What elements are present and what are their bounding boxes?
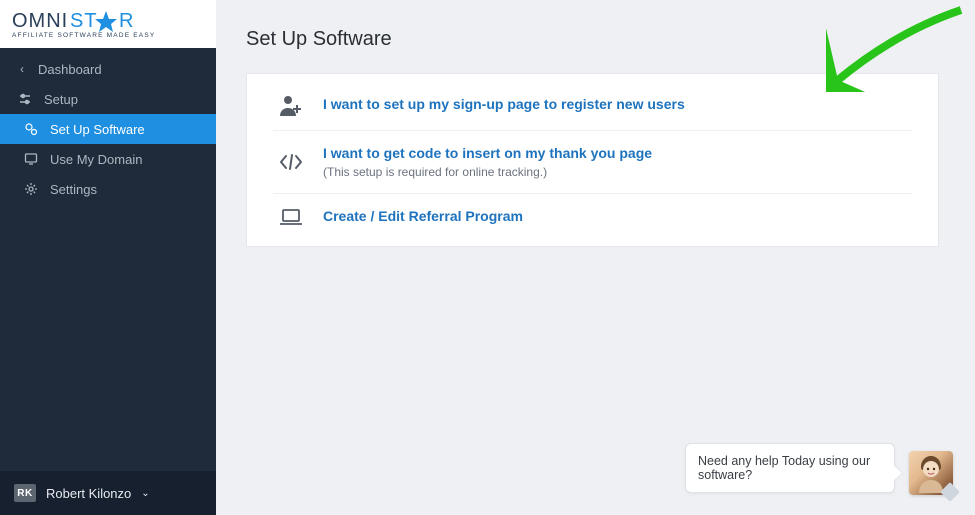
- nav-dashboard-label: Dashboard: [38, 62, 102, 77]
- nav-dashboard[interactable]: ‹ Dashboard: [0, 54, 216, 84]
- user-menu[interactable]: RK Robert Kilonzo ⌄: [0, 471, 216, 515]
- nav-setup-label: Setup: [44, 92, 78, 107]
- nav-setup[interactable]: Setup: [0, 84, 216, 114]
- nav-set-up-software-label: Set Up Software: [50, 122, 145, 137]
- user-name: Robert Kilonzo: [46, 486, 131, 501]
- nav-use-my-domain-label: Use My Domain: [50, 152, 142, 167]
- chevron-left-icon: ‹: [16, 62, 28, 76]
- option-code-row[interactable]: I want to get code to insert on my thank…: [273, 131, 912, 194]
- nav-set-up-software[interactable]: Set Up Software: [0, 114, 216, 144]
- nav-settings[interactable]: Settings: [0, 174, 216, 204]
- option-referral-row[interactable]: Create / Edit Referral Program: [273, 194, 912, 240]
- code-icon: [277, 152, 305, 172]
- option-code-note: (This setup is required for online track…: [323, 165, 908, 179]
- chat-message: Need any help Today using our software?: [698, 454, 870, 482]
- page-title: Set Up Software: [246, 28, 939, 51]
- gear-icon: [22, 182, 40, 196]
- user-plus-icon: [277, 94, 305, 116]
- svg-text:R: R: [119, 10, 134, 32]
- nav-settings-label: Settings: [50, 182, 97, 197]
- laptop-icon: [277, 208, 305, 226]
- option-signup-row[interactable]: I want to set up my sign-up page to regi…: [273, 80, 912, 131]
- svg-text:ST: ST: [70, 10, 98, 32]
- monitor-icon: [22, 152, 40, 166]
- option-signup-link[interactable]: I want to set up my sign-up page to regi…: [323, 96, 685, 112]
- gears-icon: [22, 122, 40, 136]
- option-referral-link[interactable]: Create / Edit Referral Program: [323, 208, 523, 224]
- option-code-link[interactable]: I want to get code to insert on my thank…: [323, 145, 652, 161]
- chevron-down-icon: ⌄: [141, 488, 149, 499]
- nav-use-my-domain[interactable]: Use My Domain: [0, 144, 216, 174]
- brand-logo[interactable]: OMNI ST R AFFILIATE SOFTWARE MADE EASY: [0, 0, 216, 48]
- user-avatar-initials: RK: [14, 484, 36, 502]
- sliders-icon: [16, 92, 34, 106]
- brand-tagline: AFFILIATE SOFTWARE MADE EASY: [12, 32, 155, 39]
- chat-help-bubble[interactable]: Need any help Today using our software?: [685, 443, 895, 493]
- setup-options-card: I want to set up my sign-up page to regi…: [246, 73, 939, 247]
- svg-text:OMNI: OMNI: [12, 10, 68, 32]
